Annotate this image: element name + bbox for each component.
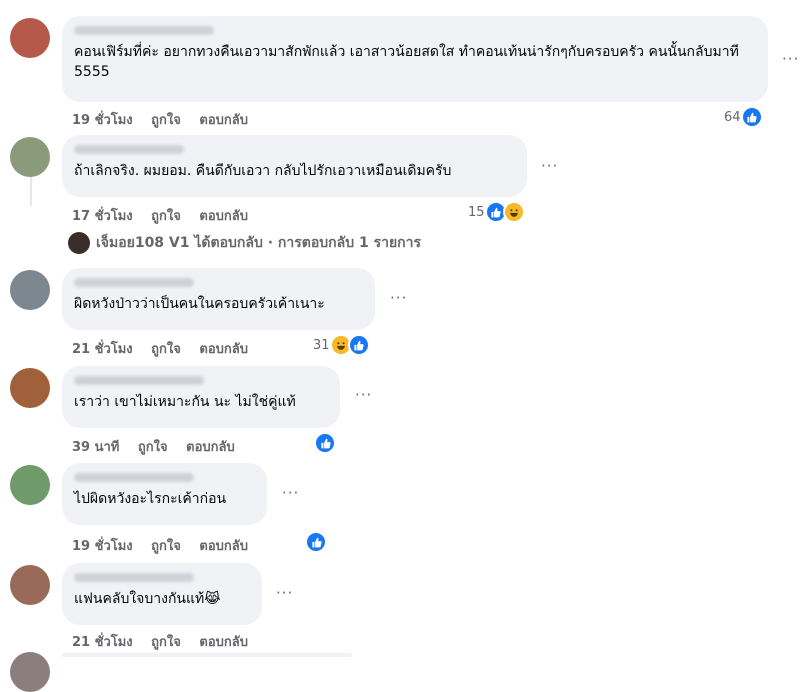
avatar[interactable] (10, 565, 50, 605)
comment-text: ไปผิดหวังอะไรกะเค้าก่อน (74, 491, 227, 507)
comment-meta: 19 ชั่วโมง ถูกใจ ตอบกลับ (72, 109, 262, 130)
comment-meta: 19 ชั่วโมง ถูกใจ ตอบกลับ (72, 535, 262, 556)
comment-bubble (62, 653, 352, 657)
author-name-blurred[interactable] (74, 278, 194, 287)
avatar[interactable] (10, 652, 50, 692)
reply-link[interactable]: ตอบกลับ (199, 342, 248, 357)
avatar[interactable] (10, 18, 50, 58)
reply-link[interactable]: ตอบกลับ (199, 209, 248, 224)
thread-line (30, 176, 32, 206)
more-options-icon[interactable]: ··· (541, 157, 558, 175)
comment-text: แฟนคลับใจบางกันแท้😹 (74, 591, 221, 607)
avatar[interactable] (10, 137, 50, 177)
more-options-icon[interactable]: ··· (276, 584, 293, 602)
reply-summary: เจ็มอย108 V1 ได้ตอบกลับ · การตอบกลับ 1 ร… (96, 235, 422, 251)
comment-meta: 21 ชั่วโมง ถูกใจ ตอบกลับ (72, 338, 262, 359)
view-replies-link[interactable]: เจ็มอย108 V1 ได้ตอบกลับ · การตอบกลับ 1 ร… (68, 232, 421, 254)
comment-bubble: เราว่า เขาไม่เหมาะกัน นะ ไม่ใช่คู่แท้ (62, 366, 340, 428)
reply-link[interactable]: ตอบกลับ (199, 539, 248, 554)
author-name-blurred[interactable] (74, 145, 184, 154)
reaction-summary[interactable]: 64 (724, 106, 763, 128)
comment-bubble: แฟนคลับใจบางกันแท้😹 (62, 563, 262, 625)
comment-meta: 39 นาที ถูกใจ ตอบกลับ (72, 436, 249, 457)
comment-time[interactable]: 19 ชั่วโมง (72, 539, 133, 554)
like-link[interactable]: ถูกใจ (151, 342, 181, 357)
comment-text: ผิดหวังป่าวว่าเป็นคนในครอบครัวเค้าเนาะ (74, 296, 325, 312)
reaction-summary[interactable] (305, 531, 327, 553)
author-name-blurred[interactable] (74, 26, 214, 35)
comment-text: เราว่า เขาไม่เหมาะกัน นะ ไม่ใช่คู่แท้ (74, 394, 296, 410)
like-link[interactable]: ถูกใจ (151, 635, 181, 650)
more-options-icon[interactable]: ··· (782, 50, 799, 68)
comment-time[interactable]: 39 นาที (72, 440, 119, 455)
like-link[interactable]: ถูกใจ (138, 440, 168, 455)
author-name-blurred[interactable] (74, 573, 194, 582)
like-link[interactable]: ถูกใจ (151, 539, 181, 554)
reaction-count: 31 (313, 337, 330, 353)
reaction-count: 15 (468, 204, 485, 220)
comment-bubble: คอนเฟิร์มที่ค่ะ อยากทวงคืนเอวามาสักพักแล… (62, 16, 768, 102)
like-link[interactable]: ถูกใจ (151, 113, 181, 128)
reply-link[interactable]: ตอบกลับ (186, 440, 235, 455)
reaction-summary[interactable] (314, 432, 336, 454)
comment-text: ถ้าเลิกจริง. ผมยอม. คืนดีกับเอวา กลับไปร… (74, 163, 452, 179)
comment-time[interactable]: 21 ชั่วโมง (72, 342, 133, 357)
author-name-blurred[interactable] (74, 376, 204, 385)
like-link[interactable]: ถูกใจ (151, 209, 181, 224)
comment-bubble: ไปผิดหวังอะไรกะเค้าก่อน (62, 463, 267, 525)
reply-link[interactable]: ตอบกลับ (199, 113, 248, 128)
comment-time[interactable]: 21 ชั่วโมง (72, 635, 133, 650)
comment-time[interactable]: 19 ชั่วโมง (72, 113, 133, 128)
like-icon (305, 531, 327, 553)
reply-avatar (68, 232, 90, 254)
haha-icon (502, 201, 525, 223)
reaction-count: 64 (724, 109, 741, 125)
comment-bubble: ผิดหวังป่าวว่าเป็นคนในครอบครัวเค้าเนาะ (62, 268, 375, 330)
comment-meta: 17 ชั่วโมง ถูกใจ ตอบกลับ (72, 205, 262, 226)
like-icon (740, 106, 763, 128)
reaction-summary[interactable]: 31 (313, 334, 370, 356)
like-icon (347, 334, 370, 356)
more-options-icon[interactable]: ··· (390, 289, 407, 307)
author-name-blurred[interactable] (74, 473, 194, 482)
more-options-icon[interactable]: ··· (282, 484, 299, 502)
comment-bubble: ถ้าเลิกจริง. ผมยอม. คืนดีกับเอวา กลับไปร… (62, 135, 527, 197)
comment-meta: 21 ชั่วโมง ถูกใจ ตอบกลับ (72, 631, 262, 652)
more-options-icon[interactable]: ··· (355, 386, 372, 404)
reply-link[interactable]: ตอบกลับ (199, 635, 248, 650)
comment-time[interactable]: 17 ชั่วโมง (72, 209, 133, 224)
avatar[interactable] (10, 368, 50, 408)
reaction-summary[interactable]: 15 (468, 201, 525, 223)
avatar[interactable] (10, 270, 50, 310)
like-icon (314, 432, 336, 454)
comment-text: คอนเฟิร์มที่ค่ะ อยากทวงคืนเอวามาสักพักแล… (74, 44, 739, 80)
avatar[interactable] (10, 465, 50, 505)
